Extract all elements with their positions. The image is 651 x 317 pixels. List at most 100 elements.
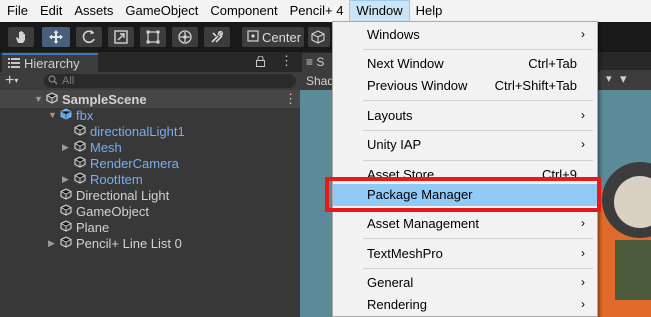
hierarchy-search-input[interactable]: All [44,74,296,88]
shortcut-text: Ctrl+Tab [528,56,577,71]
menu-item-layouts[interactable]: Layouts › [333,105,597,127]
menu-component[interactable]: Component [204,0,283,22]
menu-file[interactable]: File [0,0,34,22]
pivot-icon [247,29,259,45]
panel-menu-icon[interactable]: ⋮ [280,53,293,69]
gameobject-icon [74,123,86,139]
menu-separator [363,100,593,101]
tab-scene-label: S [316,55,325,69]
search-icon [48,74,58,88]
submenu-arrow-icon: › [581,108,585,122]
hierarchy-item-mesh[interactable]: ▶ Mesh [62,139,122,155]
scale-icon [114,30,128,44]
menu-bar: File Edit Assets GameObject Component Pe… [0,0,651,22]
tab-hierarchy-label: Hierarchy [24,56,80,71]
menu-item-asset-management[interactable]: Asset Management › [333,213,597,235]
hierarchy-item-label: GameObject [76,203,149,219]
hierarchy-item-label: RenderCamera [90,155,179,171]
menu-separator [363,160,593,161]
highlight-callout-box [325,177,601,212]
unity-scene-icon [46,91,58,107]
gameobject-icon [60,219,72,235]
hierarchy-item-label: RootItem [90,171,143,187]
hierarchy-tabbar: Hierarchy ⋮ [0,52,300,72]
menu-window[interactable]: Window [349,0,410,22]
shading-mode-dropdown[interactable]: Shad [306,74,334,88]
tab-hierarchy[interactable]: Hierarchy [2,53,98,72]
submenu-arrow-icon: › [581,275,585,289]
hierarchy-item-directionallight1[interactable]: directionalLight1 [62,123,185,139]
gameobject-icon [74,139,86,155]
gizmo-icon[interactable]: ▾ [620,71,627,87]
menu-icon: ≡ [306,55,317,69]
hierarchy-item-plane[interactable]: Plane [48,219,109,235]
dropdown-caret-icon[interactable]: ▾ [606,72,612,85]
submenu-arrow-icon: › [581,246,585,260]
rect-transform-icon [146,30,160,44]
move-tool-button[interactable] [42,27,70,47]
pivot-center-toggle[interactable]: Center [242,27,304,47]
move-icon [49,30,63,44]
hierarchy-item-label: Mesh [90,139,122,155]
menu-gameobject[interactable]: GameObject [119,0,204,22]
menu-separator [363,130,593,131]
menu-assets[interactable]: Assets [68,0,119,22]
create-dropdown-button[interactable]: +▾ [5,73,18,89]
lock-icon[interactable] [256,55,265,70]
submenu-arrow-icon: › [581,297,585,311]
scene-menu-icon[interactable]: ⋮ [284,91,297,107]
submenu-arrow-icon: › [581,216,585,230]
menu-separator [363,49,593,50]
hierarchy-item-rootitem[interactable]: ▶ RootItem [62,171,143,187]
expand-arrow-icon[interactable]: ▼ [34,94,44,104]
wrench-icon [211,30,224,43]
collapse-arrow-icon[interactable]: ▶ [62,174,72,185]
hierarchy-item-rendercamera[interactable]: RenderCamera [62,155,179,171]
hand-icon [16,31,25,43]
menu-item-previous-window[interactable]: Previous Window Ctrl+Shift+Tab [333,75,597,97]
custom-tool-button[interactable] [204,27,230,47]
scene-toolbar-right: ▾ ▾ [600,70,651,90]
menu-item-windows[interactable]: Windows › [333,24,597,46]
menu-item-general[interactable]: General › [333,272,597,294]
scene-root[interactable]: ▼ SampleScene [34,91,147,107]
rotate-tool-button[interactable] [76,27,102,47]
scale-tool-button[interactable] [108,27,134,47]
hierarchy-item-fbx[interactable]: ▼ fbx [48,107,93,123]
menu-edit[interactable]: Edit [34,0,68,22]
hierarchy-item-directional-light[interactable]: Directional Light [48,187,169,203]
hand-tool-button[interactable] [8,27,34,47]
pivot-label: Center [262,29,302,45]
shortcut-text: Ctrl+Shift+Tab [494,78,577,93]
transform-icon [178,30,192,44]
gameobject-icon [74,155,86,171]
menu-item-next-window[interactable]: Next Window Ctrl+Tab [333,53,597,75]
tab-scene[interactable]: ≡ S [302,53,332,72]
rect-tool-button[interactable] [140,27,166,47]
menu-item-unity-iap[interactable]: Unity IAP › [333,134,597,156]
menu-pencil[interactable]: Pencil+ 4 [284,0,350,22]
collapse-arrow-icon[interactable]: ▶ [62,142,72,153]
hierarchy-item-label: Directional Light [76,187,170,203]
hierarchy-item-gameobject[interactable]: GameObject [48,203,149,219]
hierarchy-item-label: fbx [76,107,94,123]
gameobject-icon [74,171,86,187]
collapse-arrow-icon[interactable]: ▶ [48,238,58,249]
transform-tool-button[interactable] [172,27,198,47]
menu-item-textmeshpro[interactable]: TextMeshPro › [333,243,597,265]
menu-separator [363,238,593,239]
expand-arrow-icon[interactable]: ▼ [48,110,58,120]
gameobject-icon [60,203,72,219]
list-icon [8,56,20,71]
search-placeholder: All [62,75,75,87]
gameobject-icon [60,187,72,203]
menu-help[interactable]: Help [410,0,449,22]
hierarchy-item-label: Plane [76,219,110,235]
hierarchy-item-label: Pencil+ Line List 0 [76,235,182,251]
hierarchy-item-pencil-line-list[interactable]: ▶ Pencil+ Line List 0 [48,235,182,251]
hierarchy-item-label: directionalLight1 [90,123,185,139]
menu-item-rendering[interactable]: Rendering › [333,294,597,316]
submenu-arrow-icon: › [581,27,585,41]
submenu-arrow-icon: › [581,137,585,151]
local-global-toggle[interactable] [308,27,330,47]
